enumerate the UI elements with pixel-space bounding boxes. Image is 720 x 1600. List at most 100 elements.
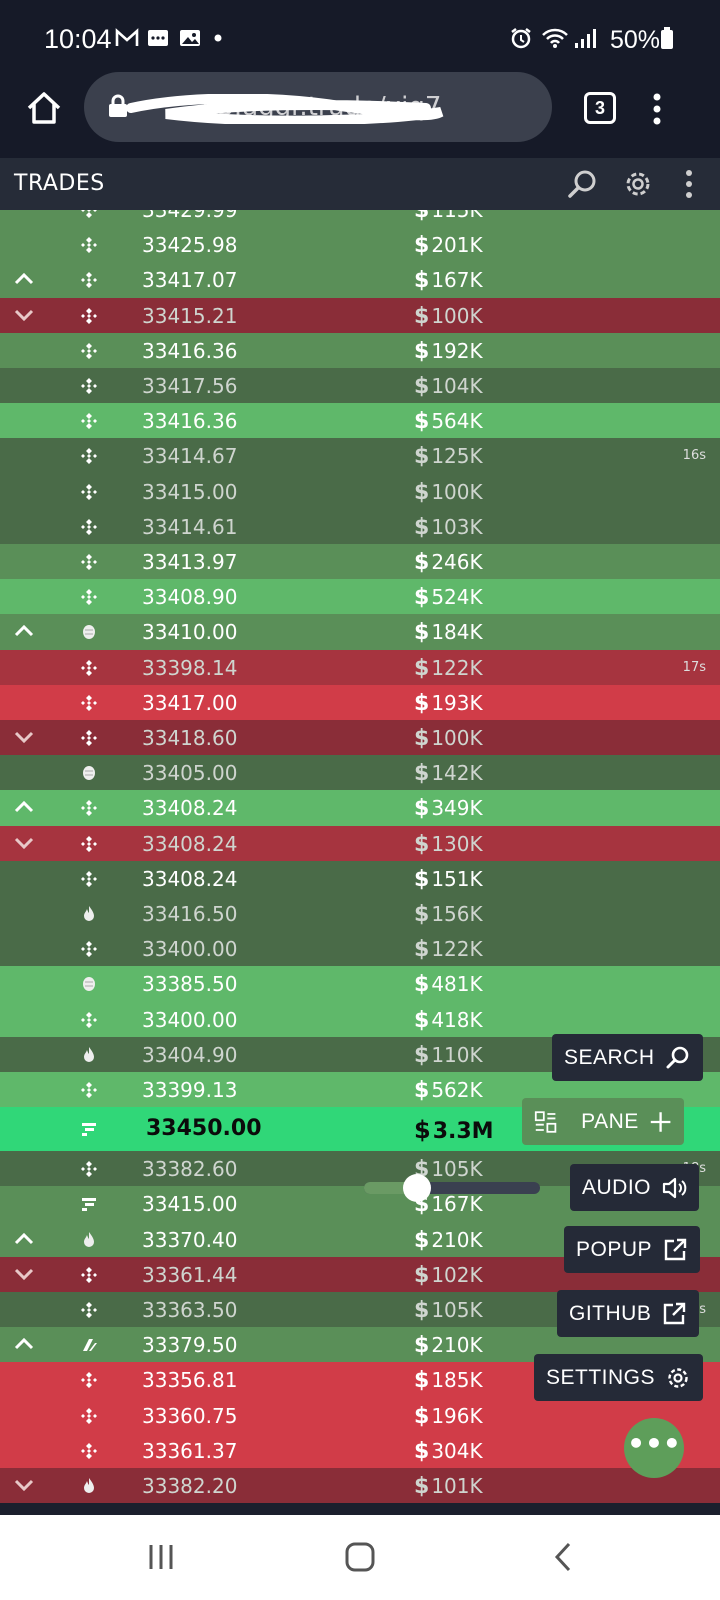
trade-amount-value: 167K xyxy=(431,268,483,293)
trade-row: 33415.00 $100K xyxy=(0,473,720,509)
trade-row: 33385.50 $481K xyxy=(0,966,720,1002)
dollar-sign: $ xyxy=(414,1298,430,1323)
dollar-sign: $ xyxy=(414,1227,430,1253)
trade-price: 33382.60 xyxy=(142,1157,238,1182)
trade-amount: $201K xyxy=(414,233,483,258)
binance-exchange-icon xyxy=(79,306,99,326)
gear-icon[interactable] xyxy=(622,168,654,200)
popup-button[interactable]: POPUP xyxy=(564,1226,701,1273)
dollar-sign: $ xyxy=(414,1438,430,1464)
binance-exchange-icon xyxy=(79,1370,99,1390)
image-icon xyxy=(178,27,202,49)
trade-amount-value: 104K xyxy=(431,374,483,398)
pane-menu-icon[interactable] xyxy=(684,168,694,200)
trade-row: 33416.36 $564K xyxy=(0,403,720,439)
home-icon[interactable] xyxy=(24,88,64,128)
trade-price: 33370.40 xyxy=(142,1227,238,1252)
trade-amount-value: 151K xyxy=(431,866,483,891)
settings-button[interactable]: SETTINGS xyxy=(534,1354,704,1401)
chevron-up-icon xyxy=(12,267,36,291)
trade-price: 33417.56 xyxy=(142,374,238,398)
binance-exchange-icon xyxy=(79,1159,99,1179)
trade-amount-value: 304K xyxy=(431,1438,483,1463)
github-label: GITHUB xyxy=(569,1301,652,1325)
binance-exchange-icon xyxy=(79,939,99,959)
trade-amount: $185K xyxy=(414,1368,483,1393)
trade-row: 33408.24 $151K xyxy=(0,860,720,896)
trade-amount-value: 564K xyxy=(431,409,483,434)
trade-price: 33417.07 xyxy=(142,268,238,293)
trade-amount: $210K xyxy=(414,1333,483,1358)
trade-row: 33413.97 $246K xyxy=(0,544,720,580)
browser-menu-icon[interactable] xyxy=(650,92,664,126)
search-button[interactable]: SEARCH xyxy=(552,1034,703,1081)
dollar-sign: $ xyxy=(414,726,430,751)
dollar-sign: $ xyxy=(414,1262,430,1288)
binance-exchange-icon xyxy=(79,341,99,361)
trade-amount: $105K xyxy=(414,1298,483,1323)
audio-volume-slider[interactable] xyxy=(364,1174,540,1202)
trade-amount: $100K xyxy=(414,304,483,329)
trade-amount: $524K xyxy=(414,585,483,610)
binance-exchange-icon xyxy=(79,517,99,537)
url-bar[interactable]: v3.aggr.trade/xiq7 xyxy=(84,72,552,142)
battery-percent: 50% xyxy=(610,26,661,54)
chevron-down-icon xyxy=(12,303,36,327)
trade-amount-value: 246K xyxy=(431,550,483,574)
trade-price: 33415.21 xyxy=(142,303,238,328)
huobi-exchange-icon xyxy=(79,1230,99,1250)
binance-exchange-icon xyxy=(79,1265,99,1285)
trade-amount: $110K xyxy=(414,1043,483,1068)
chevron-down-icon xyxy=(12,1262,36,1286)
dollar-sign: $ xyxy=(414,1403,430,1429)
trade-amount: $562K xyxy=(414,1078,483,1103)
trade-amount: $304K xyxy=(414,1439,483,1464)
trade-amount-value: 193K xyxy=(431,690,483,715)
tab-switcher-button[interactable]: 3 xyxy=(584,92,616,124)
trade-amount: $102K xyxy=(414,1263,483,1288)
trade-amount-value: 122K xyxy=(431,655,483,680)
trade-amount-value: 115K xyxy=(431,210,483,222)
bitmex-exchange-icon xyxy=(79,622,99,642)
trade-amount: $115K xyxy=(414,210,483,223)
system-nav-bar xyxy=(0,1515,720,1600)
trade-amount-value: 101K xyxy=(431,1474,483,1498)
github-button[interactable]: GITHUB xyxy=(557,1290,700,1337)
binance-exchange-icon xyxy=(79,1406,99,1426)
trade-amount-value: 100K xyxy=(431,479,483,504)
trade-row: 33400.00 $418K xyxy=(0,1001,720,1037)
trade-price: 33415.00 xyxy=(142,1192,238,1217)
trade-row: 33425.98 $201K xyxy=(0,227,720,263)
back-icon[interactable] xyxy=(552,1541,574,1573)
trade-amount: $246K xyxy=(414,550,483,575)
binance-exchange-icon xyxy=(79,552,99,572)
dollar-sign: $ xyxy=(414,210,430,223)
trade-amount: $210K xyxy=(414,1228,483,1253)
binance-exchange-icon xyxy=(79,235,99,255)
pane-header: TRADES xyxy=(0,158,720,210)
binance-exchange-icon xyxy=(79,869,99,889)
audio-button[interactable]: AUDIO xyxy=(570,1164,700,1211)
recent-apps-icon[interactable] xyxy=(146,1543,176,1571)
trade-price: 33408.24 xyxy=(142,796,238,821)
trade-row: 33382.20 $101K xyxy=(0,1468,720,1504)
home-button-icon[interactable] xyxy=(344,1541,376,1573)
pane-title: TRADES xyxy=(14,171,105,196)
trade-row: 33417.07 $167K xyxy=(0,262,720,298)
dollar-sign: $ xyxy=(414,1333,430,1359)
trade-row: 33414.61 $103K xyxy=(0,508,720,544)
trade-amount-value: 102K xyxy=(431,1262,483,1287)
trade-amount-value: 184K xyxy=(431,620,483,645)
menu-toggle-fab[interactable]: ••• xyxy=(624,1418,684,1478)
pane-button[interactable]: PANE xyxy=(522,1098,684,1145)
trade-amount: $564K xyxy=(414,409,483,434)
trade-price: 33405.00 xyxy=(142,761,238,786)
trade-row: 33417.00 $193K xyxy=(0,684,720,720)
trade-amount-value: 122K xyxy=(431,937,483,962)
slider-handle[interactable] xyxy=(402,1174,431,1202)
trade-amount: $104K xyxy=(414,374,483,399)
trade-amount-value: 185K xyxy=(431,1368,483,1393)
trade-price: 33416.50 xyxy=(142,902,238,926)
dollar-sign: $ xyxy=(414,761,430,787)
search-icon[interactable] xyxy=(566,168,598,200)
